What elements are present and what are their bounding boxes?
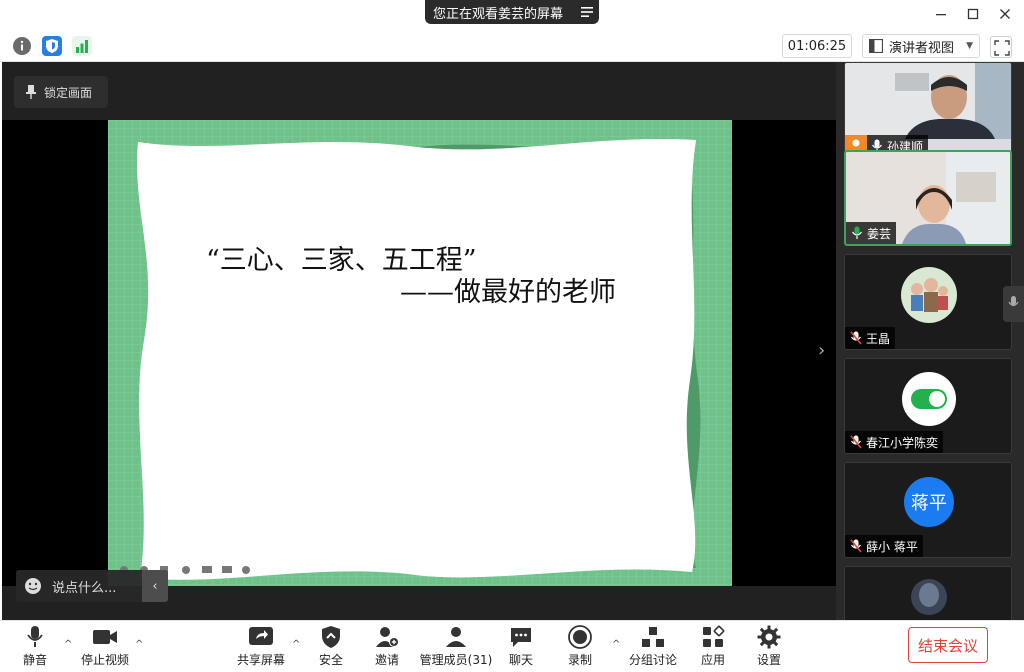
participant-namebar: 春江小学陈奕 xyxy=(845,431,944,453)
participant-tile[interactable] xyxy=(844,566,1012,620)
invite-label: 邀请 xyxy=(374,653,399,667)
participant-namebar: 姜芸 xyxy=(846,222,897,244)
chevron-up-icon[interactable]: ^ xyxy=(135,639,143,650)
view-mode-select[interactable]: 演讲者视图 ▼ xyxy=(862,34,980,58)
close-icon[interactable] xyxy=(990,2,1020,26)
screen-share-notice[interactable]: 您正在观看姜芸的屏幕 xyxy=(425,0,599,24)
share-screen-icon xyxy=(248,625,274,649)
avatar: 蒋平 xyxy=(904,477,954,527)
participant-tile-active-speaker[interactable]: 姜芸 xyxy=(844,150,1012,246)
stop-video-label: 停止视频 xyxy=(80,653,129,667)
slide-title-line2: ——做最好的老师 xyxy=(400,277,616,308)
slide-area: “三心、三家、五工程” ——做最好的老师 说点什么... ‹ xyxy=(2,120,836,602)
comment-input[interactable]: 说点什么... ‹ xyxy=(16,570,168,602)
settings-button[interactable]: 设置 xyxy=(734,625,804,671)
record-icon xyxy=(567,625,593,649)
participant-tile[interactable]: 王晶 xyxy=(844,254,1012,350)
microphone-muted-icon xyxy=(850,435,862,449)
video-camera-icon xyxy=(92,625,118,649)
slide-background xyxy=(108,120,732,586)
signal-icon[interactable] xyxy=(72,36,92,56)
participant-name: 薛小 蒋平 xyxy=(866,539,918,554)
participant-name: 姜芸 xyxy=(867,226,892,241)
record-label: 录制 xyxy=(567,653,592,667)
chevron-down-icon: ▼ xyxy=(966,41,973,51)
participant-tile[interactable]: 蒋平 薛小 蒋平 xyxy=(844,462,1012,558)
pin-icon xyxy=(26,85,36,99)
menu-icon[interactable] xyxy=(575,0,599,24)
breakout-rooms-icon xyxy=(640,625,666,649)
participant-tile[interactable]: 春江小学陈奕 xyxy=(844,358,1012,454)
title-bar: 您正在观看姜芸的屏幕 xyxy=(0,0,1024,30)
maximize-icon[interactable] xyxy=(958,2,988,26)
comment-placeholder: 说点什么... xyxy=(52,580,117,596)
add-user-icon xyxy=(374,625,400,649)
chevron-left-icon[interactable]: ‹ xyxy=(142,570,168,602)
participant-name: 春江小学陈奕 xyxy=(866,435,939,450)
lock-screen-button[interactable]: 锁定画面 xyxy=(14,76,108,108)
chat-label: 聊天 xyxy=(508,653,533,667)
lock-screen-label: 锁定画面 xyxy=(44,85,93,100)
end-meeting-button[interactable]: 结束会议 xyxy=(908,627,988,663)
share-notice-text: 您正在观看姜芸的屏幕 xyxy=(433,6,564,22)
share-screen-label: 共享屏幕 xyxy=(236,653,285,667)
emoji-icon[interactable] xyxy=(24,577,42,595)
stop-video-button[interactable]: 停止视频 xyxy=(70,625,140,671)
settings-label: 设置 xyxy=(756,653,781,667)
participant-name: 王晶 xyxy=(866,331,891,346)
meeting-controls-bar: 静音 ^ 停止视频 ^ 共享屏幕 ^ 安全 邀请 管理成员(31) 聊天 录制 … xyxy=(0,620,1024,672)
participant-video xyxy=(845,567,1011,620)
invite-button[interactable]: 邀请 xyxy=(352,625,422,671)
mute-label: 静音 xyxy=(22,653,47,667)
chevron-right-icon[interactable]: › xyxy=(818,340,825,361)
participant-gallery: 孙建顺 姜芸 王晶 春江小学陈奕 蒋平 薛小 蒋平 xyxy=(836,62,1024,620)
avatar xyxy=(901,267,957,323)
view-mode-label: 演讲者视图 xyxy=(889,40,955,56)
layout-icon xyxy=(869,39,883,53)
participants-icon xyxy=(443,625,469,649)
microphone-active-icon xyxy=(852,226,862,239)
participants-button[interactable]: 管理成员(31) xyxy=(418,625,494,671)
meeting-info-bar: 01:06:25 演讲者视图 ▼ xyxy=(0,30,1024,62)
participant-video xyxy=(845,63,1011,139)
shield-icon xyxy=(318,625,344,649)
apps-icon xyxy=(700,625,726,649)
toggle-avatar xyxy=(902,372,956,426)
microphone-muted-icon xyxy=(850,539,862,553)
share-screen-button[interactable]: 共享屏幕 xyxy=(226,625,296,671)
breakout-rooms-label: 分组讨论 xyxy=(628,653,677,667)
security-label: 安全 xyxy=(318,653,343,667)
microphone-icon xyxy=(22,625,48,649)
chat-icon xyxy=(508,625,534,649)
participant-namebar: 王晶 xyxy=(845,327,896,349)
record-button[interactable]: 录制 xyxy=(545,625,615,671)
gallery-collapse-handle[interactable] xyxy=(1003,286,1024,322)
meeting-window: 您正在观看姜芸的屏幕 01:06:25 演讲者视图 ▼ 锁定画面 “三心、三家、… xyxy=(0,0,1024,672)
minimize-icon[interactable] xyxy=(926,2,956,26)
fullscreen-icon[interactable] xyxy=(990,36,1012,58)
participant-namebar: 薛小 蒋平 xyxy=(845,535,923,557)
gear-icon xyxy=(756,625,782,649)
participants-label: 管理成员(31) xyxy=(419,653,493,667)
mute-button[interactable]: 静音 xyxy=(0,625,70,671)
presentation-slide: “三心、三家、五工程” ——做最好的老师 xyxy=(108,120,732,586)
info-icon[interactable] xyxy=(12,36,32,56)
microphone-muted-icon xyxy=(850,331,862,345)
shared-screen-stage: 锁定画面 “三心、三家、五工程” ——做最好的老师 说点什么... ‹ › xyxy=(2,62,836,620)
participant-tile[interactable]: 孙建顺 xyxy=(844,62,1012,158)
shield-icon[interactable] xyxy=(42,36,62,56)
meeting-timer: 01:06:25 xyxy=(782,34,852,58)
apps-label: 应用 xyxy=(700,653,725,667)
